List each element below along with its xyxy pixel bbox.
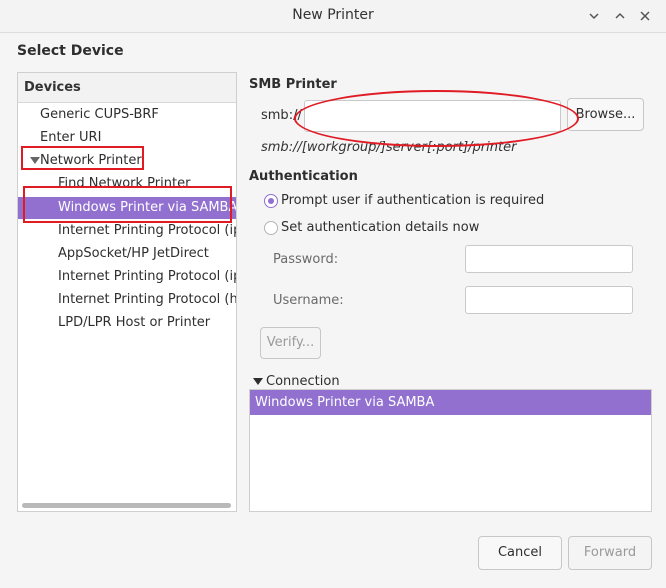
radio-prompt-auth[interactable] — [264, 194, 278, 208]
devices-list[interactable]: Devices Generic CUPS-BRF Enter URI Netwo… — [17, 72, 237, 512]
device-item-appsocket[interactable]: AppSocket/HP JetDirect — [58, 243, 236, 265]
username-label: Username: — [273, 293, 344, 308]
password-label: Password: — [273, 252, 339, 267]
device-item-ipps[interactable]: Internet Printing Protocol (ipps) — [58, 266, 236, 288]
minimize-icon[interactable] — [587, 9, 601, 23]
devices-header-label: Devices — [24, 80, 81, 95]
authentication-heading: Authentication — [249, 169, 358, 184]
title-bar: New Printer — [0, 0, 666, 33]
set-auth-label[interactable]: Set authentication details now — [281, 220, 479, 235]
page-title: Select Device — [17, 43, 124, 59]
cancel-button[interactable]: Cancel — [478, 536, 562, 570]
verify-button[interactable]: Verify... — [260, 327, 321, 359]
username-field[interactable] — [465, 286, 633, 314]
forward-button[interactable]: Forward — [568, 536, 652, 570]
annotation-box-network-printer — [21, 146, 144, 170]
password-field[interactable] — [465, 245, 633, 273]
smb-heading: SMB Printer — [249, 77, 337, 92]
annotation-box-windows-samba — [23, 186, 232, 223]
device-item-https[interactable]: Internet Printing Protocol (https) — [58, 289, 236, 311]
annotation-oval-smb-input — [294, 90, 579, 147]
connection-item-windows-samba[interactable]: Windows Printer via SAMBA — [250, 390, 651, 415]
window-title: New Printer — [292, 7, 374, 23]
browse-button[interactable]: Browse... — [567, 98, 644, 131]
radio-set-auth[interactable] — [264, 221, 278, 235]
device-item-lpd[interactable]: LPD/LPR Host or Printer — [58, 312, 236, 334]
devices-header[interactable]: Devices — [18, 73, 236, 103]
connection-label: Connection — [266, 374, 340, 389]
connection-expander[interactable]: Connection — [253, 374, 340, 389]
device-item-generic-cups-brf[interactable]: Generic CUPS-BRF — [40, 104, 236, 126]
connection-list[interactable]: Windows Printer via SAMBA — [249, 389, 652, 512]
horizontal-scrollbar[interactable] — [22, 503, 231, 508]
close-icon[interactable] — [638, 9, 652, 23]
device-item-ipp[interactable]: Internet Printing Protocol (ipp) — [58, 220, 236, 242]
chevron-down-icon — [253, 378, 263, 385]
maximize-icon[interactable] — [613, 9, 627, 23]
prompt-auth-label[interactable]: Prompt user if authentication is require… — [281, 193, 544, 208]
